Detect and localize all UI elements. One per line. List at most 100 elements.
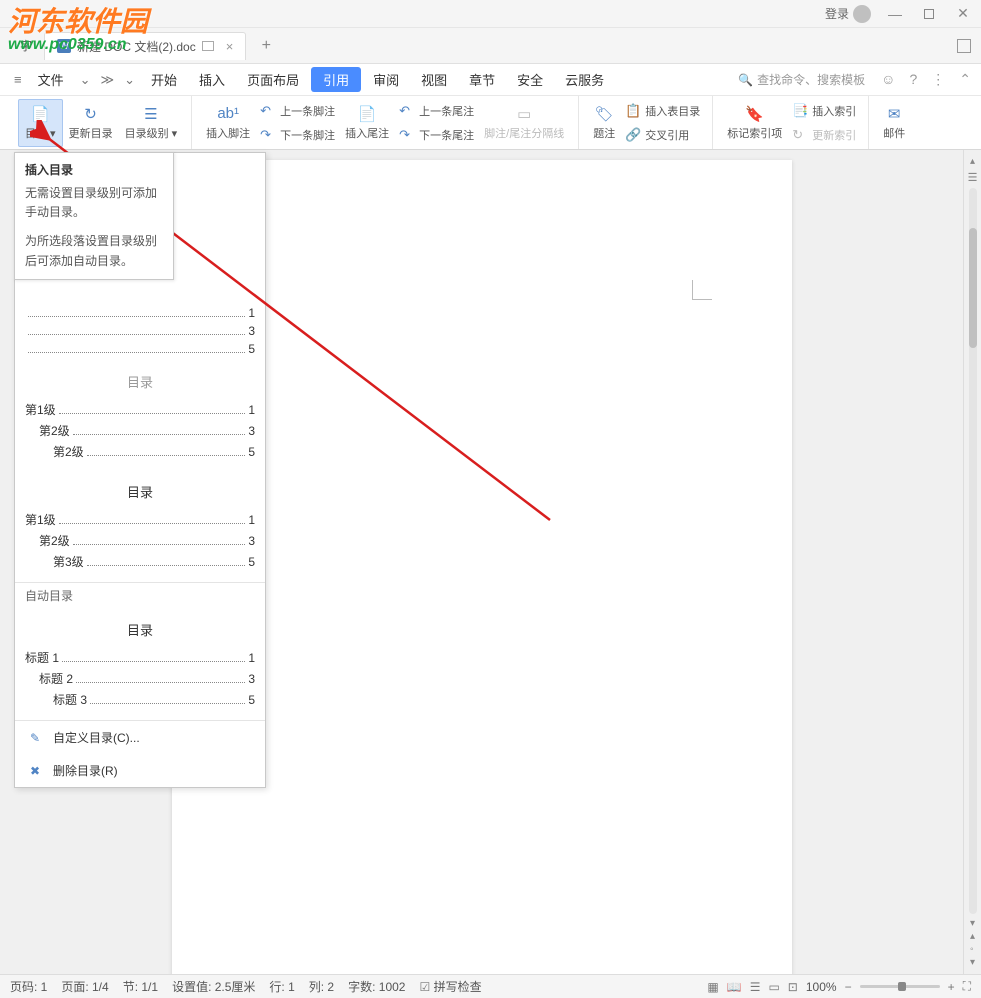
window-layout-icon[interactable]: [957, 39, 971, 53]
caption-icon: 🏷: [595, 105, 613, 123]
next-endnote-button[interactable]: ↷下一条尾注: [399, 124, 474, 146]
next-footnote-button[interactable]: ↷下一条脚注: [260, 124, 335, 146]
status-col[interactable]: 列: 2: [309, 978, 334, 995]
smile-icon[interactable]: ☺: [881, 71, 895, 88]
status-section[interactable]: 节: 1/1: [123, 978, 158, 995]
bookmark-icon: 🔖: [746, 105, 764, 123]
mail-button[interactable]: ✉ 邮件: [877, 99, 911, 147]
menu-reference[interactable]: 引用: [311, 67, 361, 92]
view-print-icon[interactable]: ▦: [707, 980, 718, 994]
page-corner-mark: [692, 280, 712, 300]
check-icon: ☑: [419, 980, 430, 994]
minimize-button[interactable]: ―: [885, 4, 905, 24]
separator-icon: ▭: [515, 105, 533, 123]
hamburger-icon[interactable]: ≡: [10, 69, 26, 90]
object-browser-icon[interactable]: ◦: [970, 944, 975, 955]
doc-tab-prev[interactable]: 字: [8, 32, 44, 60]
index-icon: 📑: [792, 103, 808, 119]
login-button[interactable]: 登录: [825, 5, 871, 23]
doc-tab-active[interactable]: W 新建 DOC 文档(2).doc ×: [44, 32, 246, 60]
menu-view[interactable]: 视图: [411, 67, 457, 92]
more-icon[interactable]: ≫: [97, 69, 119, 91]
scroll-thumb[interactable]: [969, 228, 977, 348]
toc-tooltip: 插入目录 无需设置目录级别可添加手动目录。 为所选段落设置目录级别后可添加自动目…: [14, 152, 174, 280]
fn-separator-button[interactable]: ▭ 脚注/尾注分隔线: [478, 99, 570, 147]
delete-toc-item[interactable]: ✖ 删除目录(R): [15, 754, 265, 787]
insert-index-button[interactable]: 📑插入索引: [792, 100, 856, 122]
update-index-button[interactable]: ↻更新索引: [792, 124, 856, 146]
update-toc-button[interactable]: ↻ 更新目录: [63, 99, 119, 147]
zoom-out-icon[interactable]: −: [845, 980, 852, 994]
scroll-up-icon[interactable]: ▴: [970, 156, 975, 167]
menu-section[interactable]: 章节: [459, 67, 505, 92]
fullscreen-icon[interactable]: ⛶: [963, 979, 971, 994]
insert-footnote-button[interactable]: ab¹ 插入脚注: [200, 99, 256, 147]
cross-ref-button[interactable]: 🔗交叉引用: [625, 124, 700, 146]
view-focus-icon[interactable]: ⊡: [788, 980, 798, 994]
reference-ribbon: 📄 目录 ▾ ↻ 更新目录 ☰ 目录级别 ▾ ab¹ 插入脚注 ↶上一条脚注 ↷…: [0, 96, 981, 150]
dropdown-chevron-icon[interactable]: ⌄: [76, 69, 95, 91]
prev-endnote-button[interactable]: ↶上一条尾注: [399, 100, 474, 122]
close-tab-icon[interactable]: ×: [226, 39, 234, 54]
menu-cloud[interactable]: 云服务: [555, 67, 614, 92]
menu-chevron-icon[interactable]: ⌄: [120, 69, 139, 91]
add-tab-button[interactable]: +: [254, 34, 278, 58]
insert-endnote-button[interactable]: 📄 插入尾注: [339, 99, 395, 147]
word-doc-icon: W: [57, 39, 71, 53]
endnote-icon: 📄: [358, 105, 376, 123]
main-menu: ≡ 文件 ⌄ ≫ ⌄ 开始 插入 页面布局 引用 审阅 视图 章节 安全 云服务…: [0, 64, 981, 96]
next-icon: ↷: [399, 127, 415, 143]
toc-preset-2[interactable]: 目录 第1级1 第2级3 第2级5: [15, 368, 265, 472]
toc-preset-auto[interactable]: 目录 标题 11 标题 23 标题 35: [15, 610, 265, 720]
doc-tab-label: 新建 DOC 文档(2).doc: [77, 38, 196, 55]
insert-fig-toc-button[interactable]: 📋插入表目录: [625, 100, 700, 122]
zoom-in-icon[interactable]: +: [948, 980, 955, 994]
delete-icon: ✖: [27, 764, 43, 778]
vertical-scrollbar[interactable]: ▴ ☰ ▾ ▴ ◦ ▾: [963, 150, 981, 974]
menu-review[interactable]: 审阅: [363, 67, 409, 92]
next-icon: ↷: [260, 127, 276, 143]
status-spell[interactable]: ☑ 拼写检查: [419, 978, 481, 995]
mail-icon: ✉: [885, 105, 903, 123]
search-box[interactable]: 🔍 查找命令、搜索模板: [738, 71, 865, 88]
status-page[interactable]: 页面: 1/4: [61, 978, 108, 995]
float-window-icon[interactable]: [202, 41, 214, 51]
page-up-icon[interactable]: ▴: [970, 931, 975, 942]
scroll-track[interactable]: [969, 188, 977, 914]
close-button[interactable]: ✕: [953, 4, 973, 24]
status-bar: 页码: 1 页面: 1/4 节: 1/1 设置值: 2.5厘米 行: 1 列: …: [0, 974, 981, 998]
prev-icon: ↶: [260, 103, 276, 119]
toc-button[interactable]: 📄 目录 ▾: [18, 99, 63, 147]
menu-start[interactable]: 开始: [141, 67, 187, 92]
custom-toc-item[interactable]: ✎ 自定义目录(C)...: [15, 721, 265, 754]
footnote-icon: ab¹: [219, 105, 237, 123]
mark-index-button[interactable]: 🔖 标记索引项: [721, 99, 788, 147]
window-titlebar: 登录 ― ✕: [0, 0, 981, 28]
scroll-down-icon[interactable]: ▾: [970, 918, 975, 929]
caption-button[interactable]: 🏷 题注: [587, 99, 621, 147]
nav-pane-icon[interactable]: ☰: [968, 171, 978, 184]
menu-pagelayout[interactable]: 页面布局: [237, 67, 309, 92]
view-outline-icon[interactable]: ☰: [750, 980, 761, 994]
status-setval[interactable]: 设置值: 2.5厘米: [172, 978, 255, 995]
status-chars[interactable]: 字数: 1002: [348, 978, 405, 995]
prev-footnote-button[interactable]: ↶上一条脚注: [260, 100, 335, 122]
status-pageno[interactable]: 页码: 1: [10, 978, 47, 995]
maximize-button[interactable]: [919, 4, 939, 24]
zoom-slider[interactable]: [860, 985, 940, 988]
menu-insert[interactable]: 插入: [189, 67, 235, 92]
crossref-icon: 🔗: [625, 127, 641, 143]
menu-security[interactable]: 安全: [507, 67, 553, 92]
status-row[interactable]: 行: 1: [269, 978, 294, 995]
view-read-icon[interactable]: 📖: [727, 980, 742, 994]
prev-icon: ↶: [399, 103, 415, 119]
help-icon[interactable]: ?: [909, 71, 917, 88]
menu-dots-icon[interactable]: ⋮: [931, 71, 945, 88]
collapse-ribbon-icon[interactable]: ⌃: [959, 71, 971, 88]
zoom-value[interactable]: 100%: [806, 980, 837, 994]
page-down-icon[interactable]: ▾: [970, 957, 975, 968]
file-menu[interactable]: 文件: [28, 67, 74, 92]
view-web-icon[interactable]: ▭: [768, 980, 779, 994]
toc-level-button[interactable]: ☰ 目录级别 ▾: [119, 99, 184, 147]
toc-preset-3[interactable]: 目录 第1级1 第2级3 第3级5: [15, 472, 265, 582]
